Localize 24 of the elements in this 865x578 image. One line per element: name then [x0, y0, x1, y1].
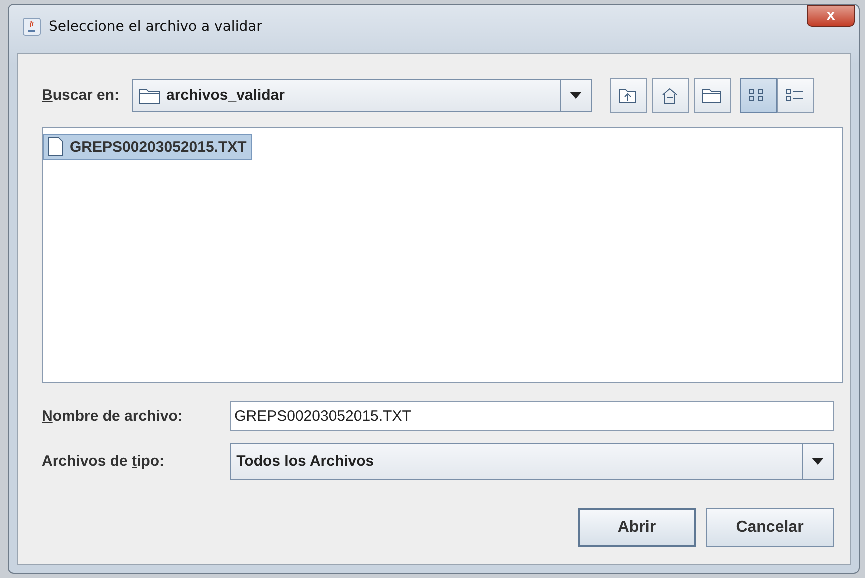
open-button[interactable]: Abrir	[578, 508, 696, 547]
dropdown-arrow-icon	[570, 92, 582, 99]
dropdown-arrow-icon	[812, 458, 824, 465]
file-type-label: Archivos de tipo:	[42, 453, 166, 470]
home-icon	[661, 86, 680, 104]
up-folder-button[interactable]	[610, 78, 647, 113]
details-view-icon	[786, 88, 804, 104]
list-view-button[interactable]	[740, 78, 777, 113]
file-item[interactable]: GREPS00203052015.TXT	[43, 134, 252, 160]
look-in-dropdown[interactable]: archivos_validar	[132, 79, 592, 112]
folder-icon	[702, 88, 722, 104]
window-title: Seleccione el archivo a validar	[49, 19, 262, 35]
look-in-label: Buscar en:	[42, 87, 120, 104]
home-button[interactable]	[652, 78, 689, 113]
folder-icon	[138, 86, 161, 104]
details-view-button[interactable]	[776, 78, 814, 113]
file-type-dropdown[interactable]: Todos los Archivos	[230, 443, 834, 480]
file-name-field[interactable]: GREPS00203052015.TXT	[230, 401, 834, 431]
java-cup-icon	[23, 18, 41, 36]
cancel-button[interactable]: Cancelar	[706, 508, 834, 547]
folder-up-icon	[619, 88, 638, 104]
file-icon	[48, 137, 64, 157]
file-name-label: Nombre de archivo:	[42, 408, 184, 424]
new-folder-button[interactable]	[694, 78, 731, 113]
